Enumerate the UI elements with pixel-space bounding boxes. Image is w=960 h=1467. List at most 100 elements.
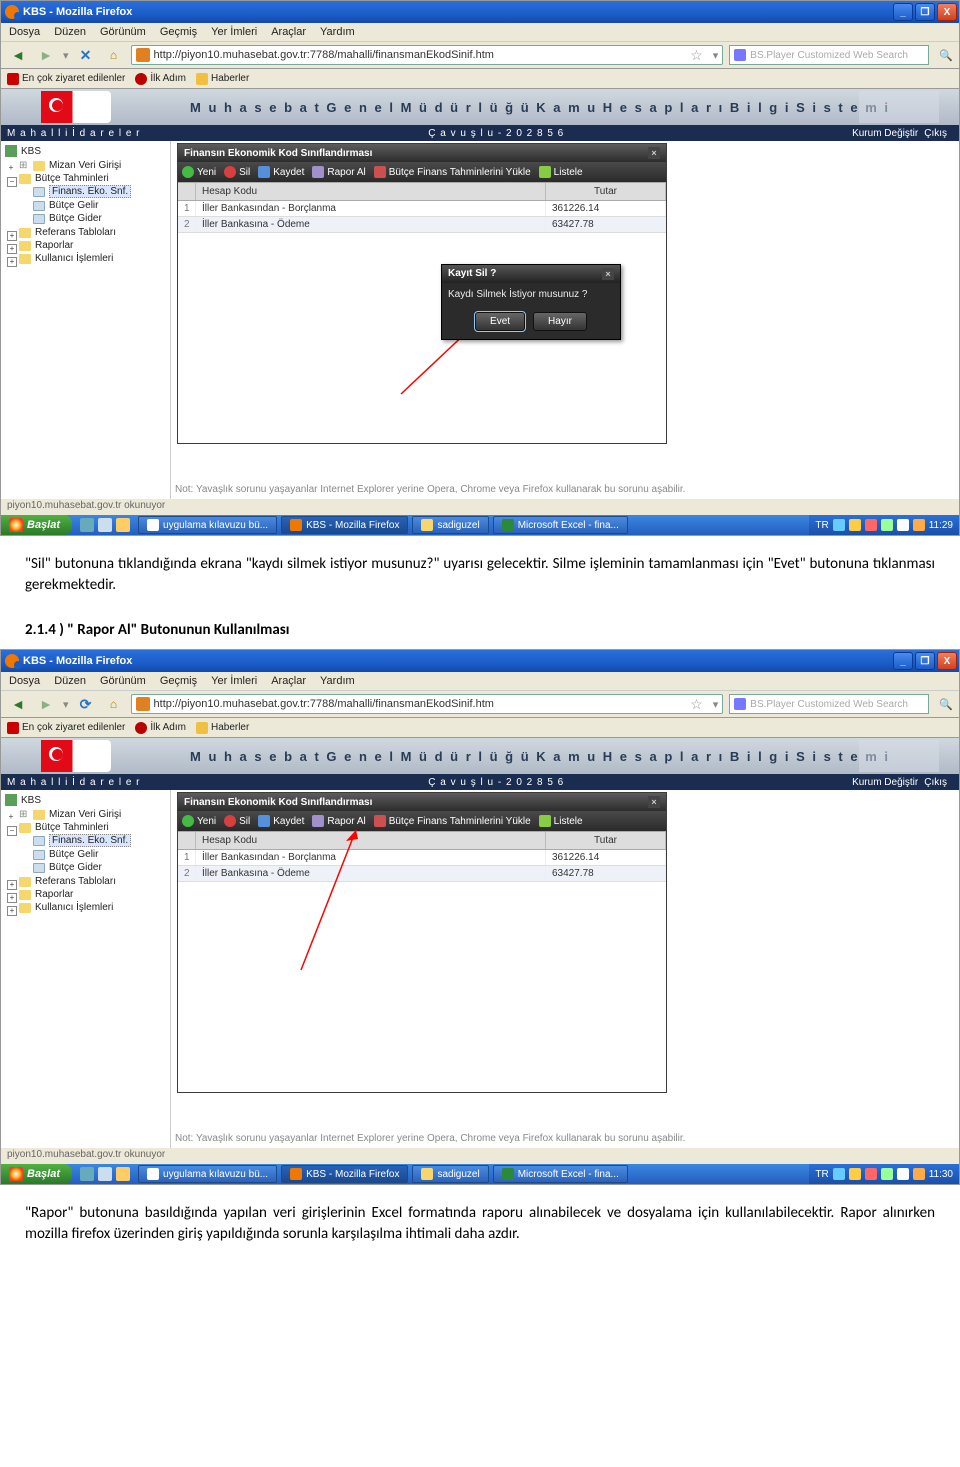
kaydet-button[interactable]: Kaydet (258, 166, 304, 178)
home-button[interactable]: ⌂ (103, 44, 125, 66)
search-icon[interactable]: 🔍 (935, 49, 953, 62)
tree-finans-eko-snf[interactable]: Finans. Eko. Snf. (19, 184, 166, 199)
bookmark-ilkadim[interactable]: İlk Adım (135, 722, 186, 734)
yukle-button[interactable]: Bütçe Finans Tahminlerini Yükle (374, 815, 531, 827)
quicklaunch-icon[interactable] (116, 1167, 130, 1181)
panel-close-icon[interactable]: × (648, 147, 660, 159)
menu-gecmis[interactable]: Geçmiş (160, 675, 197, 687)
grid-row[interactable]: 1 İller Bankasından - Borçlanma 361226.1… (178, 201, 666, 217)
address-bar[interactable]: ☆ ▾ (131, 45, 724, 65)
maximize-button[interactable]: ❐ (915, 652, 935, 670)
grid-row[interactable]: 1 İller Bankasından - Borçlanma 361226.1… (178, 850, 666, 866)
task-excel[interactable]: Microsoft Excel - fina... (493, 516, 628, 534)
task-firefox[interactable]: KBS - Mozilla Firefox (281, 516, 408, 534)
bookmark-mostvisited[interactable]: En çok ziyaret edilenler (7, 722, 125, 734)
bookmark-star-icon[interactable]: ☆ (684, 47, 709, 64)
tray-icon[interactable] (849, 519, 861, 531)
tree-kullanici[interactable]: Kullanıcı İşlemleri (5, 901, 166, 914)
task-excel[interactable]: Microsoft Excel - fina... (493, 1165, 628, 1183)
task-word[interactable]: uygulama kılavuzu bü... (138, 1165, 277, 1183)
bookmark-ilkadim[interactable]: İlk Adım (135, 73, 186, 85)
menu-gecmis[interactable]: Geçmiş (160, 26, 197, 38)
back-button[interactable]: ◄ (7, 693, 29, 715)
bookmark-star-icon[interactable]: ☆ (684, 696, 709, 713)
maximize-button[interactable]: ❐ (915, 3, 935, 21)
listele-button[interactable]: Listele (539, 815, 583, 827)
tree-referans[interactable]: Referans Tabloları (5, 226, 166, 239)
start-button[interactable]: Başlat (1, 515, 72, 535)
menu-yardim[interactable]: Yardım (320, 675, 355, 687)
quicklaunch-icon[interactable] (98, 518, 112, 532)
tree-butce-gelir[interactable]: Bütçe Gelir (19, 848, 166, 861)
url-input[interactable] (154, 49, 685, 61)
kurum-degistir-link[interactable]: Kurum Değiştir (852, 128, 918, 139)
close-button[interactable]: X (937, 3, 957, 21)
url-input[interactable] (154, 698, 685, 710)
task-folder[interactable]: sadiguzel (412, 1165, 488, 1183)
kurum-degistir-link[interactable]: Kurum Değiştir (852, 777, 918, 788)
lang-indicator[interactable]: TR (815, 1169, 828, 1180)
tree-butce-gider[interactable]: Bütçe Gider (19, 212, 166, 225)
task-firefox[interactable]: KBS - Mozilla Firefox (281, 1165, 408, 1183)
address-bar[interactable]: ☆ ▾ (131, 694, 724, 714)
forward-button[interactable]: ► (35, 693, 57, 715)
tray-icon[interactable] (897, 1168, 909, 1180)
yeni-button[interactable]: Yeni (182, 166, 216, 178)
menu-yerimleri[interactable]: Yer İmleri (211, 26, 257, 38)
menu-gorunum[interactable]: Görünüm (100, 26, 146, 38)
start-button[interactable]: Başlat (1, 1164, 72, 1184)
tree-root[interactable]: KBS (5, 145, 166, 157)
hayir-button[interactable]: Hayır (533, 312, 587, 331)
tree-butce-tahminleri[interactable]: Bütçe Tahminleri Finans. Eko. Snf. Bütçe… (5, 821, 166, 875)
search-box[interactable]: BS.Player Customized Web Search (729, 694, 929, 714)
tree-finans-eko-snf[interactable]: Finans. Eko. Snf. (19, 833, 166, 848)
tree-mizan[interactable]: ⊞Mizan Veri Girişi (5, 159, 166, 172)
back-button[interactable]: ◄ (7, 44, 29, 66)
tray-icon[interactable] (865, 1168, 877, 1180)
task-folder[interactable]: sadiguzel (412, 516, 488, 534)
reload-button[interactable]: ⟳ (75, 693, 97, 715)
evet-button[interactable]: Evet (475, 312, 525, 331)
tray-icon[interactable] (833, 1168, 845, 1180)
quicklaunch-icon[interactable] (116, 518, 130, 532)
lang-indicator[interactable]: TR (815, 520, 828, 531)
tree-butce-tahminleri[interactable]: Bütçe Tahminleri Finans. Eko. Snf. Bütçe… (5, 172, 166, 226)
menu-duzen[interactable]: Düzen (54, 675, 86, 687)
menu-araclar[interactable]: Araçlar (271, 26, 306, 38)
minimize-button[interactable]: _ (893, 3, 913, 21)
tray-icon[interactable] (881, 1168, 893, 1180)
quicklaunch-icon[interactable] (80, 1167, 94, 1181)
tree-raporlar[interactable]: Raporlar (5, 888, 166, 901)
search-icon[interactable]: 🔍 (935, 698, 953, 711)
menu-duzen[interactable]: Düzen (54, 26, 86, 38)
menu-araclar[interactable]: Araçlar (271, 675, 306, 687)
panel-close-icon[interactable]: × (648, 796, 660, 808)
search-box[interactable]: BS.Player Customized Web Search (729, 45, 929, 65)
menu-dosya[interactable]: Dosya (9, 26, 40, 38)
tree-raporlar[interactable]: Raporlar (5, 239, 166, 252)
url-dropdown-icon[interactable]: ▾ (709, 49, 723, 62)
menu-gorunum[interactable]: Görünüm (100, 675, 146, 687)
tray-icon[interactable] (913, 1168, 925, 1180)
cikis-link[interactable]: Çıkış (924, 128, 947, 139)
url-dropdown-icon[interactable]: ▾ (709, 698, 723, 711)
listele-button[interactable]: Listele (539, 166, 583, 178)
tray-icon[interactable] (913, 519, 925, 531)
tree-butce-gider[interactable]: Bütçe Gider (19, 861, 166, 874)
sil-button[interactable]: Sil (224, 815, 250, 827)
minimize-button[interactable]: _ (893, 652, 913, 670)
dialog-close-icon[interactable]: × (602, 268, 614, 280)
bookmark-mostvisited[interactable]: En çok ziyaret edilenler (7, 73, 125, 85)
tray-icon[interactable] (881, 519, 893, 531)
close-button[interactable]: X (937, 652, 957, 670)
history-dropdown[interactable]: ▾ (63, 49, 69, 62)
grid-row[interactable]: 2 İller Bankasına - Ödeme 63427.78 (178, 217, 666, 233)
sil-button[interactable]: Sil (224, 166, 250, 178)
tree-referans[interactable]: Referans Tabloları (5, 875, 166, 888)
reload-button[interactable]: ✕ (75, 44, 97, 66)
quicklaunch-icon[interactable] (98, 1167, 112, 1181)
menu-yerimleri[interactable]: Yer İmleri (211, 675, 257, 687)
tree-mizan[interactable]: ⊞Mizan Veri Girişi (5, 808, 166, 821)
menu-yardim[interactable]: Yardım (320, 26, 355, 38)
rapor-al-button[interactable]: Rapor Al (312, 166, 365, 178)
